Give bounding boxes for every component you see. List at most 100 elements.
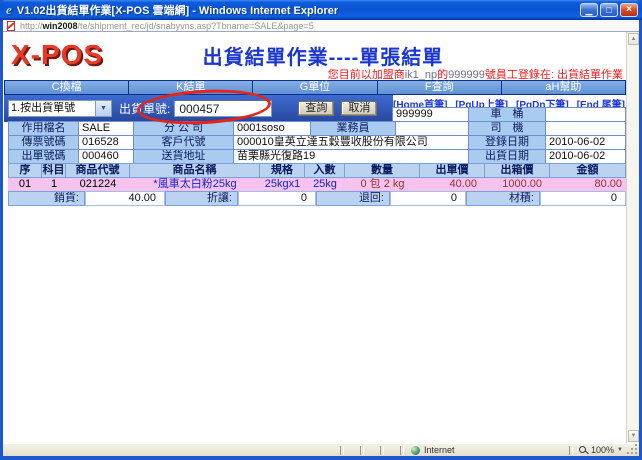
query-bar: 1.按出貨單號 ▼ 出貨單號: 查詢 取消 xyxy=(4,95,393,122)
page-content: X-POS 出貨結單作業----單張結單 您目前以加盟商ik1_np的99999… xyxy=(3,32,639,443)
zoom-control[interactable]: 100% ▼ xyxy=(574,445,627,455)
status-divider xyxy=(360,446,364,455)
order-no-input[interactable] xyxy=(174,100,272,117)
window-controls: ▁ □ × xyxy=(580,3,638,17)
file-label: 作用檔名 xyxy=(8,121,79,136)
maximize-icon: □ xyxy=(606,5,611,15)
item-unit-price: 40.00 xyxy=(420,178,485,191)
item-product-name: *風車太白粉25kg xyxy=(130,178,260,191)
status-divider xyxy=(380,446,384,455)
minimize-icon: ▁ xyxy=(586,5,593,15)
employee-no-field[interactable]: 999999 xyxy=(392,107,469,122)
menu-item-query[interactable]: F查詢 xyxy=(378,81,501,94)
item-row[interactable]: 01 1 021224 *風車太白粉25kg 25kgx1 25kg 0 包 2… xyxy=(8,178,626,191)
header-account: 科目 xyxy=(42,164,66,177)
items-table: 序 科目 商品代號 商品名稱 規格 入數 數量 出單價 出箱價 金額 01 1 … xyxy=(8,163,626,191)
menu-bar: C換檔 K結單 G單位 F查詢 aH幫助 xyxy=(4,80,626,95)
item-spec: 25kgx1 xyxy=(260,178,305,191)
zoom-dropdown-icon[interactable]: ▼ xyxy=(617,447,623,453)
address-label: 送貨地址 xyxy=(133,149,234,164)
cancel-button[interactable]: 取消 xyxy=(341,101,377,116)
url-path: /te/shipment_rec/jd/snabyvns.asp?Tbname=… xyxy=(78,21,314,31)
item-box-price: 1000.00 xyxy=(485,178,550,191)
item-account: 1 xyxy=(42,178,66,191)
driver-label: 司 機 xyxy=(468,121,546,136)
address-value: 苗栗縣光復路19 xyxy=(233,149,469,164)
customer-label: 客戶代號 xyxy=(133,135,234,150)
return-value: 0 xyxy=(390,191,466,206)
zoom-level: 100% xyxy=(591,445,614,455)
discount-value: 0 xyxy=(238,191,316,206)
item-quantity: 0 包 2 kg xyxy=(345,178,420,191)
discount-label: 折讓: xyxy=(165,191,238,206)
browser-window: e V1.02出貨結單作業[X-POS 雲端網] - Windows Inter… xyxy=(0,0,642,460)
item-amount: 80.00 xyxy=(550,178,626,191)
resize-grip[interactable] xyxy=(627,444,639,456)
summary-row: 銷貨: 40.00 折讓: 0 退回: 0 材積: 0 xyxy=(8,191,626,206)
order-value: 000460 xyxy=(78,149,134,164)
scroll-down-icon: ▼ xyxy=(631,433,637,439)
status-panel xyxy=(385,445,399,456)
window-frame-bottom xyxy=(0,456,642,460)
header-product-name: 商品名稱 xyxy=(130,164,260,177)
status-divider xyxy=(569,446,573,455)
status-divider xyxy=(400,446,404,455)
menu-item-change-file[interactable]: C換檔 xyxy=(5,81,128,94)
voucher-label: 傳票號碼 xyxy=(8,135,79,150)
window-title: V1.02出貨結單作業[X-POS 雲端網] - Windows Interne… xyxy=(17,2,580,18)
salesman-label: 業務員 xyxy=(310,121,396,136)
query-mode-select[interactable]: 1.按出貨單號 ▼ xyxy=(8,100,112,117)
scroll-down-button[interactable]: ▼ xyxy=(628,430,639,442)
status-panel xyxy=(345,445,359,456)
branch-value: 0001soso xyxy=(233,121,311,136)
close-button[interactable]: × xyxy=(620,3,638,17)
file-value: SALE xyxy=(78,121,134,136)
items-header-row: 序 科目 商品代號 商品名稱 規格 入數 數量 出單價 出箱價 金額 xyxy=(8,163,626,178)
register-date-value: 2010-06-02 xyxy=(545,135,626,150)
driver-field[interactable] xyxy=(545,121,626,136)
xpos-logo: X-POS xyxy=(11,39,103,71)
internet-globe-icon xyxy=(411,446,420,455)
search-button[interactable]: 查詢 xyxy=(298,101,334,116)
return-label: 退回: xyxy=(316,191,390,206)
security-zone: Internet xyxy=(405,445,513,455)
url-host: win2008 xyxy=(43,21,78,31)
header-product-code: 商品代號 xyxy=(66,164,130,177)
header-unit-price: 出單價 xyxy=(420,164,485,177)
query-mode-selected: 1.按出貨單號 xyxy=(9,101,95,116)
customer-value: 000010皇英立達五穀豐收股份有限公司 xyxy=(233,135,469,150)
truck-label: 車 桶 xyxy=(468,107,546,122)
truck-field[interactable] xyxy=(545,107,626,122)
header-seq: 序 xyxy=(8,164,42,177)
order-label: 出單號碼 xyxy=(8,149,79,164)
scroll-up-button[interactable]: ▲ xyxy=(628,33,639,45)
title-bar: e V1.02出貨結單作業[X-POS 雲端網] - Windows Inter… xyxy=(0,0,642,20)
menu-item-unit[interactable]: G單位 xyxy=(253,81,376,94)
minimize-button[interactable]: ▁ xyxy=(580,3,598,17)
volume-label: 材積: xyxy=(466,191,540,206)
sales-label: 銷貨: xyxy=(8,191,85,206)
item-seq: 01 xyxy=(8,178,42,191)
address-url[interactable]: http://win2008/te/shipment_rec/jd/snabyv… xyxy=(20,21,314,31)
voucher-value: 016528 xyxy=(78,135,134,150)
chevron-down-icon[interactable]: ▼ xyxy=(95,101,111,116)
magnifier-icon xyxy=(578,445,588,455)
internet-explorer-icon: e xyxy=(6,2,12,18)
vertical-scrollbar[interactable]: ▲ ▼ xyxy=(626,32,639,443)
volume-value: 0 xyxy=(540,191,626,206)
order-no-label: 出貨單號: xyxy=(119,100,170,117)
ship-date-value: 2010-06-02 xyxy=(545,149,626,164)
header-amount: 金額 xyxy=(550,164,626,177)
header-pack-qty: 入數 xyxy=(305,164,345,177)
item-product-code: 021224 xyxy=(66,178,130,191)
header-quantity: 數量 xyxy=(345,164,420,177)
maximize-button[interactable]: □ xyxy=(600,3,618,17)
status-bar: Internet 100% ▼ xyxy=(3,443,639,456)
sales-value: 40.00 xyxy=(85,191,165,206)
url-protocol: http:// xyxy=(20,21,43,31)
menu-item-settle[interactable]: K結單 xyxy=(129,81,252,94)
ship-date-label: 出貨日期 xyxy=(468,149,546,164)
scroll-up-icon: ▲ xyxy=(631,36,637,42)
menu-item-help[interactable]: aH幫助 xyxy=(502,81,625,94)
status-main-panel xyxy=(3,445,339,456)
